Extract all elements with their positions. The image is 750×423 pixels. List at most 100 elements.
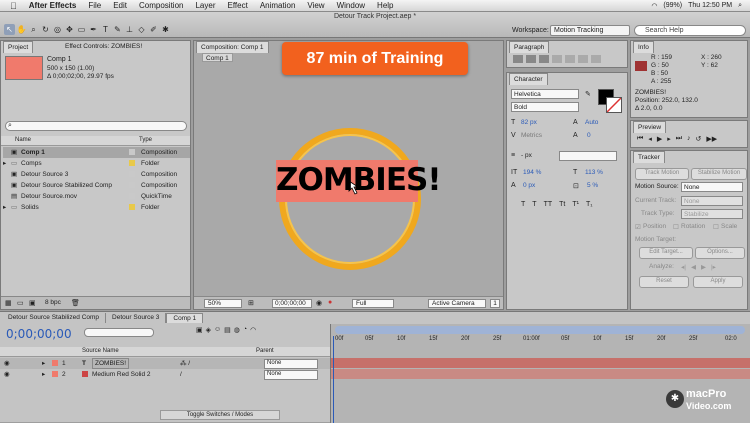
source-name-column-header[interactable]: Source Name [82,348,119,354]
pen-tool-icon[interactable]: ✒ [88,24,99,35]
apply-button[interactable]: Apply [693,276,743,288]
small-caps-button[interactable]: Tt [559,201,565,208]
justify-all-icon[interactable] [591,55,601,63]
search-icon[interactable]: ⌕ [738,2,742,10]
camera-tool-icon[interactable]: ◎ [52,24,63,35]
rotation-checkbox-icon[interactable]: ☐ [673,223,679,231]
play-icon[interactable]: ▶ [657,135,662,143]
tab-composition[interactable]: Composition: Comp 1 [196,41,269,53]
current-time-indicator[interactable] [333,336,334,423]
menu-layer[interactable]: Layer [189,0,221,12]
align-center-icon[interactable] [526,55,536,63]
visibility-eye-icon[interactable]: ◉ [4,369,10,380]
table-row[interactable]: ◉ ▸ 1 T ZOMBIES! ⁂ / None [0,358,330,369]
label-color-swatch[interactable] [129,149,135,155]
tab-project[interactable]: Project [3,41,34,53]
analyze-forward-one-icon[interactable]: |▸ [711,263,716,271]
menu-help[interactable]: Help [371,0,399,12]
reset-button[interactable]: Reset [639,276,689,288]
first-frame-icon[interactable]: ⏮ [637,135,643,143]
apple-icon[interactable]:  [0,1,23,11]
current-track-select[interactable]: None [681,196,743,206]
disclosure-triangle-icon[interactable]: ▸ [3,202,6,213]
app-menu[interactable]: After Effects [23,0,83,12]
parent-column-header[interactable]: Parent [256,348,274,354]
resolution-select[interactable]: Full [352,299,394,308]
visibility-eye-icon[interactable]: ◉ [4,358,10,369]
menu-file[interactable]: File [82,0,107,12]
bit-depth-button[interactable]: 8 bpc [45,299,61,306]
menu-view[interactable]: View [301,0,330,12]
motion-source-select[interactable]: None [681,182,743,192]
baseline-shift-field[interactable]: 0 px [523,182,535,189]
align-left-icon[interactable] [513,55,523,63]
list-item[interactable]: ▤ Detour Source.mov QuickTime [3,191,190,202]
current-time-field[interactable]: 0;00;00;00 [272,299,312,308]
tab-comp-1[interactable]: Comp 1 [166,313,204,323]
label-color-swatch[interactable] [129,182,135,188]
list-item[interactable]: ▣ Detour Source Stabilized Comp Composit… [3,180,190,191]
rotate-tool-icon[interactable]: ↻ [40,24,51,35]
faux-italic-button[interactable]: T [532,201,536,208]
project-search-input[interactable]: ⌕ [5,121,187,131]
motion-blur-icon[interactable]: ◍ [234,326,240,334]
justify-left-icon[interactable] [552,55,562,63]
tab-effect-controls[interactable]: Effect Controls: ZOMBIES! [61,41,146,52]
wifi-icon[interactable]: ◠ [651,2,657,10]
subscript-button[interactable]: T₁ [586,201,593,208]
tab-character[interactable]: Character [509,73,548,85]
workspace-select[interactable]: Motion Tracking [550,25,630,36]
clone-stamp-tool-icon[interactable]: ⊥ [124,24,135,35]
layer-name[interactable]: Medium Red Solid 2 [92,369,151,380]
all-caps-button[interactable]: TT [544,201,553,208]
new-comp-icon[interactable]: ▣ [29,299,36,307]
label-color-swatch[interactable] [129,193,135,199]
superscript-button[interactable]: T¹ [572,201,579,208]
tab-stabilized-comp[interactable]: Detour Source Stabilized Comp [2,313,107,323]
track-type-select[interactable]: Stabilize [681,209,743,219]
layer-switches[interactable]: ⁂ / [180,358,190,369]
tab-detour-source-3[interactable]: Detour Source 3 [106,313,167,323]
color-channels-icon[interactable]: ● [328,299,332,306]
battery-status[interactable]: (99%) [663,2,682,9]
layer-name[interactable]: ZOMBIES! [92,358,130,369]
eraser-tool-icon[interactable]: ◇ [136,24,147,35]
audio-icon[interactable]: ♪ [687,135,691,143]
zoom-tool-icon[interactable]: ⌕ [28,24,39,35]
tab-paragraph[interactable]: Paragraph [509,41,550,53]
disclosure-triangle-icon[interactable]: ▸ [42,358,45,369]
toggle-switches-modes-button[interactable]: Toggle Switches / Modes [160,410,280,420]
kerning-field[interactable]: Metrics [521,132,542,139]
tab-info[interactable]: Info [633,41,654,53]
ram-preview-icon[interactable]: ▶▶ [706,135,717,143]
parent-select[interactable]: None [264,370,318,380]
list-item[interactable]: ▸ ▭ Solids Folder [3,202,190,213]
label-color-swatch[interactable] [129,171,135,177]
justify-center-icon[interactable] [565,55,575,63]
label-color-swatch[interactable] [129,204,135,210]
tsume-field[interactable]: 5 % [587,182,598,189]
options-button[interactable]: Options... [695,247,745,259]
views-select[interactable]: 1 [490,299,500,308]
menu-edit[interactable]: Edit [107,0,133,12]
faux-bold-button[interactable]: T [521,201,525,208]
interpret-footage-icon[interactable]: ▦ [5,299,12,307]
work-area-bar[interactable] [335,326,745,334]
next-frame-icon[interactable]: ▸ [667,135,671,143]
disclosure-triangle-icon[interactable]: ▸ [42,369,45,380]
pan-behind-tool-icon[interactable]: ✥ [64,24,75,35]
justify-right-icon[interactable] [578,55,588,63]
menu-composition[interactable]: Composition [133,0,189,12]
brush-tool-icon[interactable]: ✎ [112,24,123,35]
graph-editor-icon[interactable]: ◠ [250,326,256,334]
safe-margins-icon[interactable]: ⊞ [248,299,254,307]
layer-switches[interactable]: / [180,369,182,380]
stroke-style-select[interactable] [559,151,617,161]
menu-window[interactable]: Window [331,0,371,12]
analyze-forward-icon[interactable]: ▶ [701,263,706,271]
search-help-input[interactable]: Search Help [634,25,746,36]
leading-field[interactable]: Auto [585,119,598,126]
frame-blending-icon[interactable]: ▤ [224,326,231,334]
font-size-field[interactable]: 82 px [521,119,537,126]
horizontal-scale-field[interactable]: 113 % [585,169,603,176]
